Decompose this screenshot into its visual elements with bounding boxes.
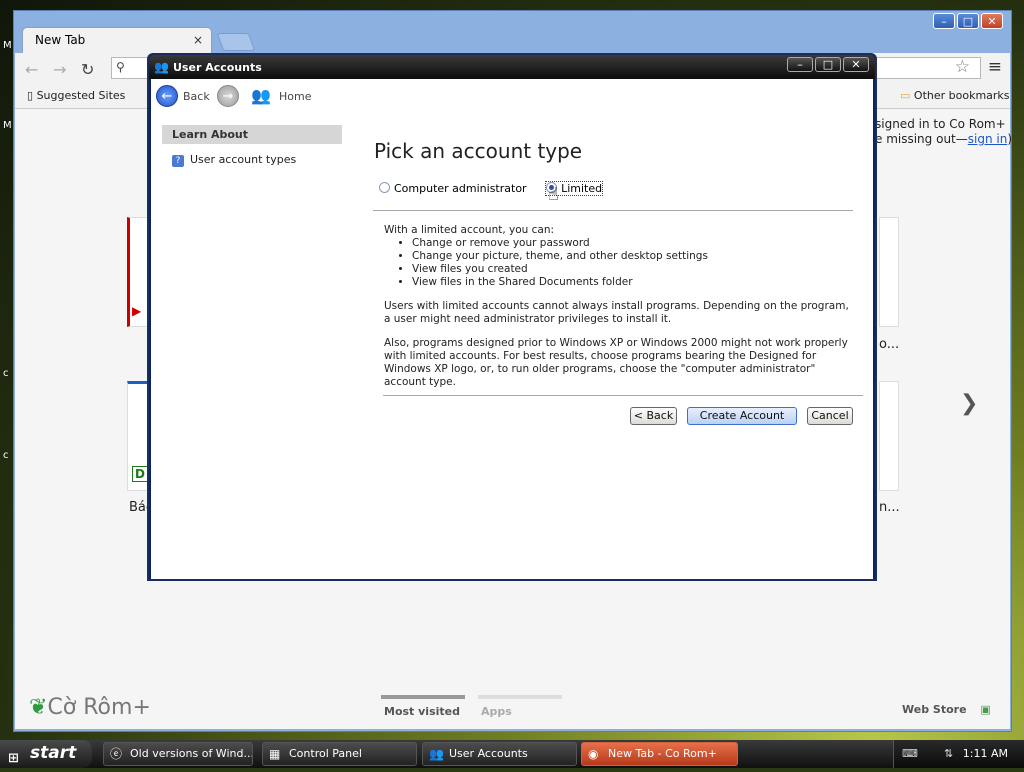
back-label[interactable]: Back bbox=[183, 90, 210, 103]
search-icon: ⚲ bbox=[116, 60, 125, 74]
new-tab-button[interactable] bbox=[216, 33, 256, 51]
back-arrow-icon[interactable]: ← bbox=[25, 60, 38, 79]
radio-button[interactable] bbox=[379, 182, 390, 193]
page-title: Pick an account type bbox=[374, 139, 583, 163]
start-button[interactable]: ⊞ start bbox=[0, 740, 92, 768]
sidebar: Learn About ? User account types bbox=[162, 125, 342, 167]
control-panel-icon: ▦ bbox=[269, 747, 281, 761]
bookmark-suggested-sites[interactable]: ▯ Suggested Sites bbox=[27, 89, 125, 102]
list-item: Change or remove your password bbox=[412, 237, 854, 250]
forward-arrow-icon[interactable]: → bbox=[53, 60, 66, 79]
account-type-options: Computer administrator Limited bbox=[379, 181, 604, 196]
list-item: View files in the Shared Documents folde… bbox=[412, 276, 854, 289]
next-page-arrow-icon[interactable]: ❯ bbox=[960, 391, 978, 416]
sidebar-item-user-account-types[interactable]: ? User account types bbox=[172, 153, 296, 167]
window-content: ← Back → 👥 Home Learn About ? User accoun… bbox=[151, 79, 873, 579]
system-tray: ⌨ ⇅ 1:11 AM bbox=[893, 740, 1024, 768]
windows-flag-icon: ⊞ bbox=[8, 751, 19, 766]
close-button[interactable]: ✕ bbox=[981, 13, 1003, 29]
web-store-link[interactable]: Web Store ▣ bbox=[902, 703, 991, 716]
back-arrow-icon: ← bbox=[161, 89, 173, 104]
tab-apps[interactable]: Apps bbox=[478, 695, 562, 718]
divider bbox=[383, 395, 863, 396]
maximize-button[interactable]: □ bbox=[957, 13, 979, 29]
users-icon: 👥 bbox=[154, 60, 169, 74]
compatibility-note: Also, programs designed prior to Windows… bbox=[384, 337, 848, 388]
taskbar-item-control-panel[interactable]: ▦ Control Panel bbox=[262, 742, 417, 766]
list-item: View files you created bbox=[412, 263, 854, 276]
capabilities-list: Change or remove your password Change yo… bbox=[384, 237, 854, 289]
thumbnail-right-2[interactable] bbox=[879, 381, 899, 491]
navigation-bar: ← Back → 👥 Home bbox=[151, 79, 873, 113]
tab-close-icon[interactable]: × bbox=[193, 33, 203, 47]
users-icon: 👥 bbox=[429, 747, 444, 761]
maximize-button[interactable]: □ bbox=[815, 57, 841, 72]
help-icon: ? bbox=[172, 155, 184, 167]
ie-icon: ⓔ bbox=[110, 747, 123, 761]
forward-button[interactable]: → bbox=[217, 85, 239, 107]
thumb-caption: n... bbox=[879, 500, 900, 515]
browser-tab[interactable]: New Tab × bbox=[22, 27, 212, 53]
keyboard-icon[interactable]: ⌨ bbox=[902, 747, 918, 760]
brand-logo: ❦Cờ Rôm+ bbox=[29, 695, 151, 720]
close-button[interactable]: ✕ bbox=[843, 57, 869, 72]
account-description: With a limited account, you can: Change … bbox=[384, 224, 854, 400]
page-icon: ▯ bbox=[27, 89, 34, 102]
brand-logo-icon: ❦ bbox=[29, 695, 48, 720]
minimize-button[interactable]: – bbox=[933, 13, 955, 29]
window-titlebar[interactable]: 👥 User Accounts – □ ✕ bbox=[149, 55, 875, 79]
signin-link[interactable]: sign in bbox=[968, 132, 1008, 146]
taskbar-item-old-versions[interactable]: ⓔ Old versions of Wind... bbox=[103, 742, 253, 766]
home-link[interactable]: Home bbox=[279, 90, 311, 103]
clock: 1:11 AM bbox=[962, 747, 1008, 760]
menu-icon[interactable]: ≡ bbox=[988, 57, 1002, 77]
web-store-icon: ▣ bbox=[980, 703, 991, 716]
d-logo-icon: D bbox=[132, 466, 148, 482]
tab-title: New Tab bbox=[35, 33, 86, 47]
create-account-button[interactable]: Create Account bbox=[687, 407, 797, 425]
bookmark-star-icon[interactable]: ☆ bbox=[955, 57, 970, 77]
install-note: Users with limited accounts cannot alway… bbox=[384, 300, 849, 325]
list-item: Change your picture, theme, and other de… bbox=[412, 250, 854, 263]
user-accounts-window: 👥 User Accounts – □ ✕ ← Back → 👥 Home Le… bbox=[147, 53, 877, 581]
back-wizard-button[interactable]: < Back bbox=[630, 407, 677, 425]
reload-icon[interactable]: ↻ bbox=[81, 60, 94, 79]
forward-arrow-icon: → bbox=[222, 89, 234, 104]
cancel-button[interactable]: Cancel bbox=[807, 407, 853, 425]
minimize-button[interactable]: – bbox=[787, 57, 813, 72]
taskbar: ⊞ start ⓔ Old versions of Wind... ▦ Control… bbox=[0, 740, 1024, 768]
hand-cursor-icon: ☝ bbox=[548, 184, 559, 205]
back-button[interactable]: ← bbox=[156, 85, 178, 107]
divider bbox=[373, 210, 853, 211]
network-icon[interactable]: ⇅ bbox=[944, 747, 953, 760]
thumb-caption: o... bbox=[879, 337, 900, 352]
sidebar-header: Learn About bbox=[162, 125, 342, 144]
thumbnail-right-1[interactable] bbox=[879, 217, 899, 327]
chrome-icon: ◉ bbox=[588, 747, 599, 761]
folder-icon: ▭ bbox=[900, 89, 911, 102]
bookmark-other-bookmarks[interactable]: ▭ Other bookmarks bbox=[900, 89, 1010, 102]
taskbar-item-new-tab[interactable]: ◉ New Tab - Co Rom+ bbox=[581, 742, 738, 766]
youtube-icon: ▶ bbox=[132, 304, 142, 318]
radio-computer-administrator[interactable]: Computer administrator bbox=[379, 182, 530, 195]
taskbar-item-user-accounts[interactable]: 👥 User Accounts bbox=[422, 742, 577, 766]
home-icon[interactable]: 👥 bbox=[251, 86, 271, 105]
signin-promo: signed in to Co Rom+ e missing out—sign … bbox=[875, 117, 1012, 146]
tab-most-visited[interactable]: Most visited bbox=[381, 695, 465, 718]
window-title: User Accounts bbox=[173, 61, 262, 74]
browser-caption-buttons: – □ ✕ bbox=[933, 13, 1003, 29]
